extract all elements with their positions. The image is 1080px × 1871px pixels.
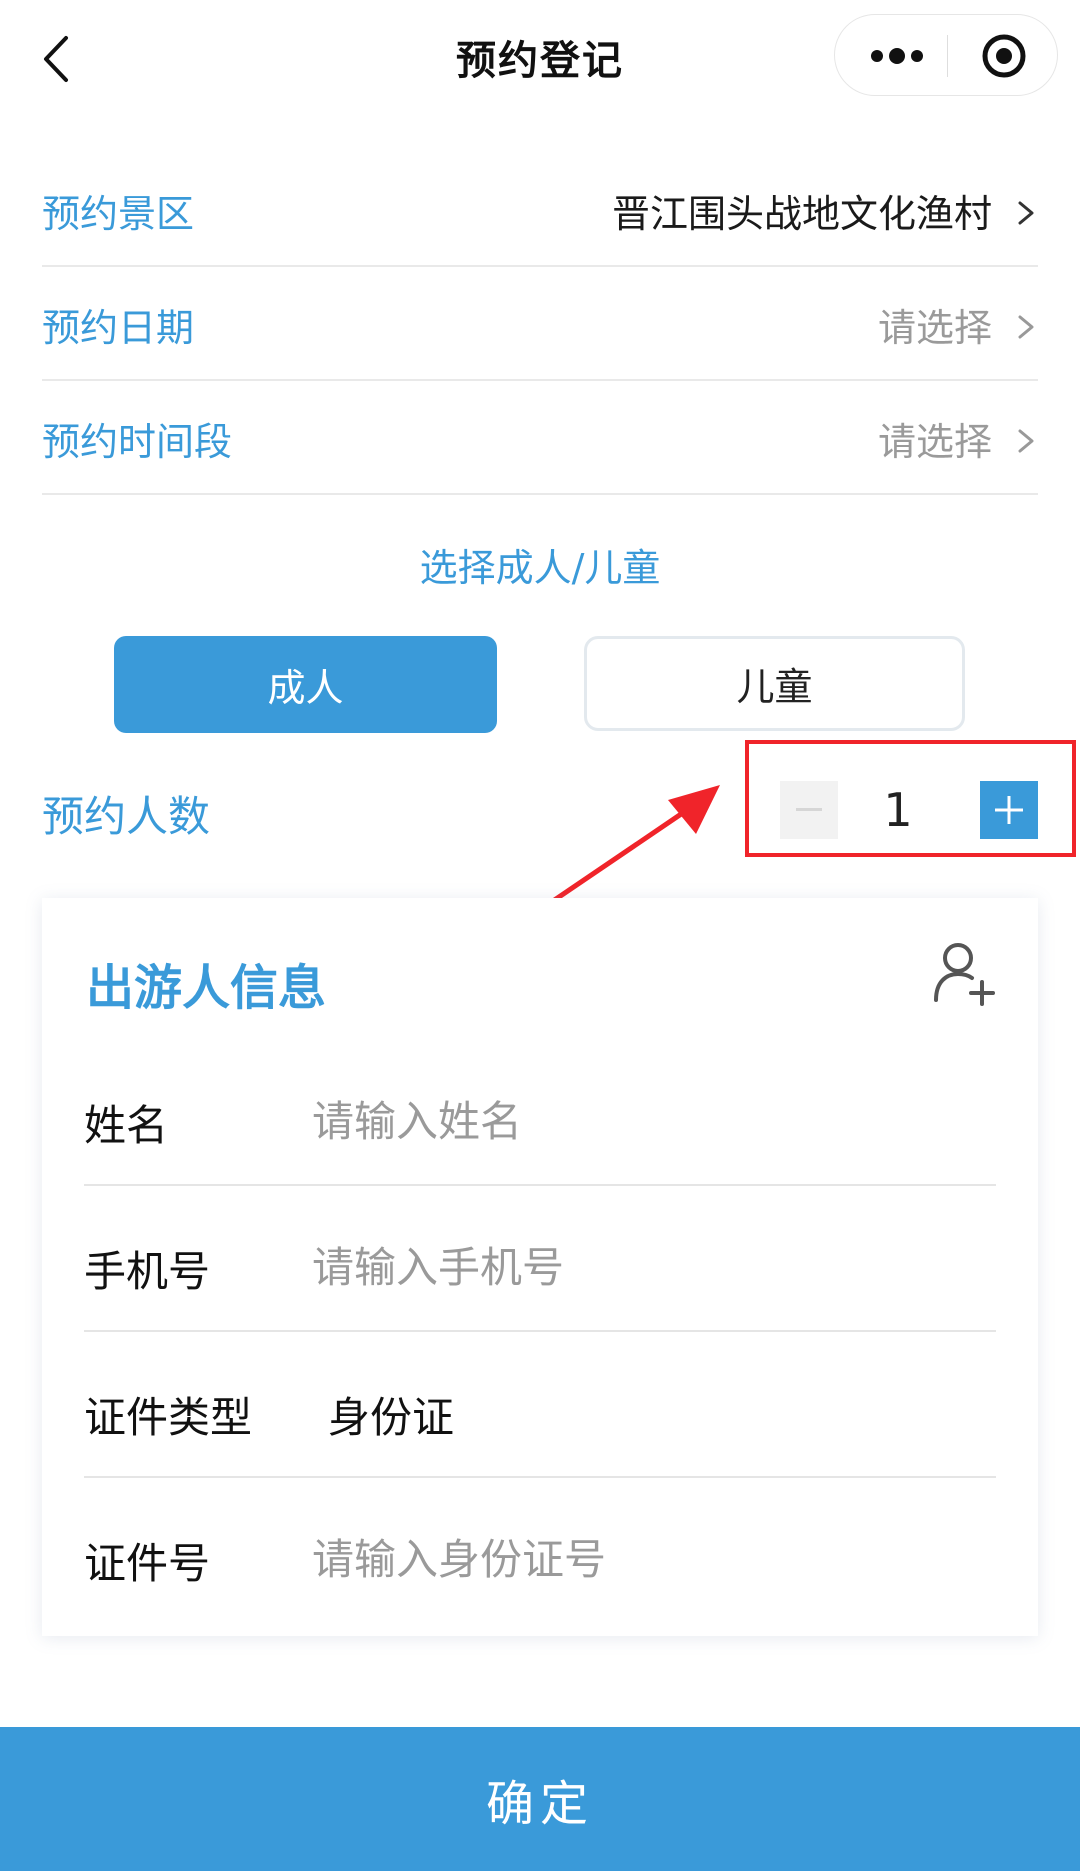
date-row[interactable]: 预约日期 请选择 xyxy=(42,267,1038,381)
traveler-info-card: 出游人信息 姓名 请输入姓名 手机号 请输入手机号 证件类型 身份证 证件号 请… xyxy=(42,898,1038,1636)
capsule-divider xyxy=(947,35,948,77)
id-type-field-row[interactable]: 证件类型 身份证 xyxy=(84,1332,996,1478)
close-program-button[interactable] xyxy=(981,33,1027,79)
name-input[interactable]: 请输入姓名 xyxy=(312,1088,522,1149)
phone-label: 手机号 xyxy=(84,1247,211,1296)
phone-input[interactable]: 请输入手机号 xyxy=(312,1234,564,1295)
time-slot-row[interactable]: 预约时间段 请选择 xyxy=(42,381,1038,495)
id-type-label: 证件类型 xyxy=(84,1393,253,1442)
traveler-info-title: 出游人信息 xyxy=(86,960,327,1016)
scenic-spot-row[interactable]: 预约景区 晋江围头战地文化渔村 xyxy=(42,153,1038,267)
add-person-icon xyxy=(934,943,995,1006)
id-number-field-row: 证件号 请输入身份证号 xyxy=(84,1478,996,1624)
adult-button[interactable]: 成人 xyxy=(114,636,497,733)
child-button[interactable]: 儿童 xyxy=(584,636,965,731)
id-type-value: 身份证 xyxy=(328,1393,455,1442)
scenic-spot-value: 晋江围头战地文化渔村 xyxy=(611,192,992,236)
nav-bar: 预约登记 xyxy=(0,0,1080,112)
confirm-button[interactable]: 确定 xyxy=(0,1727,1080,1871)
more-dots-icon xyxy=(871,48,923,64)
chevron-right-icon xyxy=(1018,429,1034,453)
add-traveler-button[interactable] xyxy=(932,940,998,1006)
row-label: 预约日期 xyxy=(42,306,195,350)
row-label: 预约时间段 xyxy=(42,420,233,464)
date-placeholder: 请选择 xyxy=(877,306,992,350)
mini-program-capsule xyxy=(834,14,1058,96)
time-slot-placeholder: 请选择 xyxy=(877,420,992,464)
target-icon xyxy=(982,34,1026,78)
phone-field-row: 手机号 请输入手机号 xyxy=(84,1186,996,1332)
chevron-right-icon xyxy=(1018,201,1034,225)
chevron-right-icon xyxy=(1018,315,1034,339)
visitor-count-label: 预约人数 xyxy=(42,792,211,841)
ticket-type-title: 选择成人/儿童 xyxy=(419,546,661,590)
id-number-label: 证件号 xyxy=(84,1539,211,1588)
more-button[interactable] xyxy=(869,41,925,71)
annotation-highlight-box xyxy=(745,740,1076,857)
id-number-input[interactable]: 请输入身份证号 xyxy=(312,1526,606,1587)
row-label: 预约景区 xyxy=(42,192,195,236)
name-label: 姓名 xyxy=(84,1101,169,1150)
name-field-row: 姓名 请输入姓名 xyxy=(84,1040,996,1186)
